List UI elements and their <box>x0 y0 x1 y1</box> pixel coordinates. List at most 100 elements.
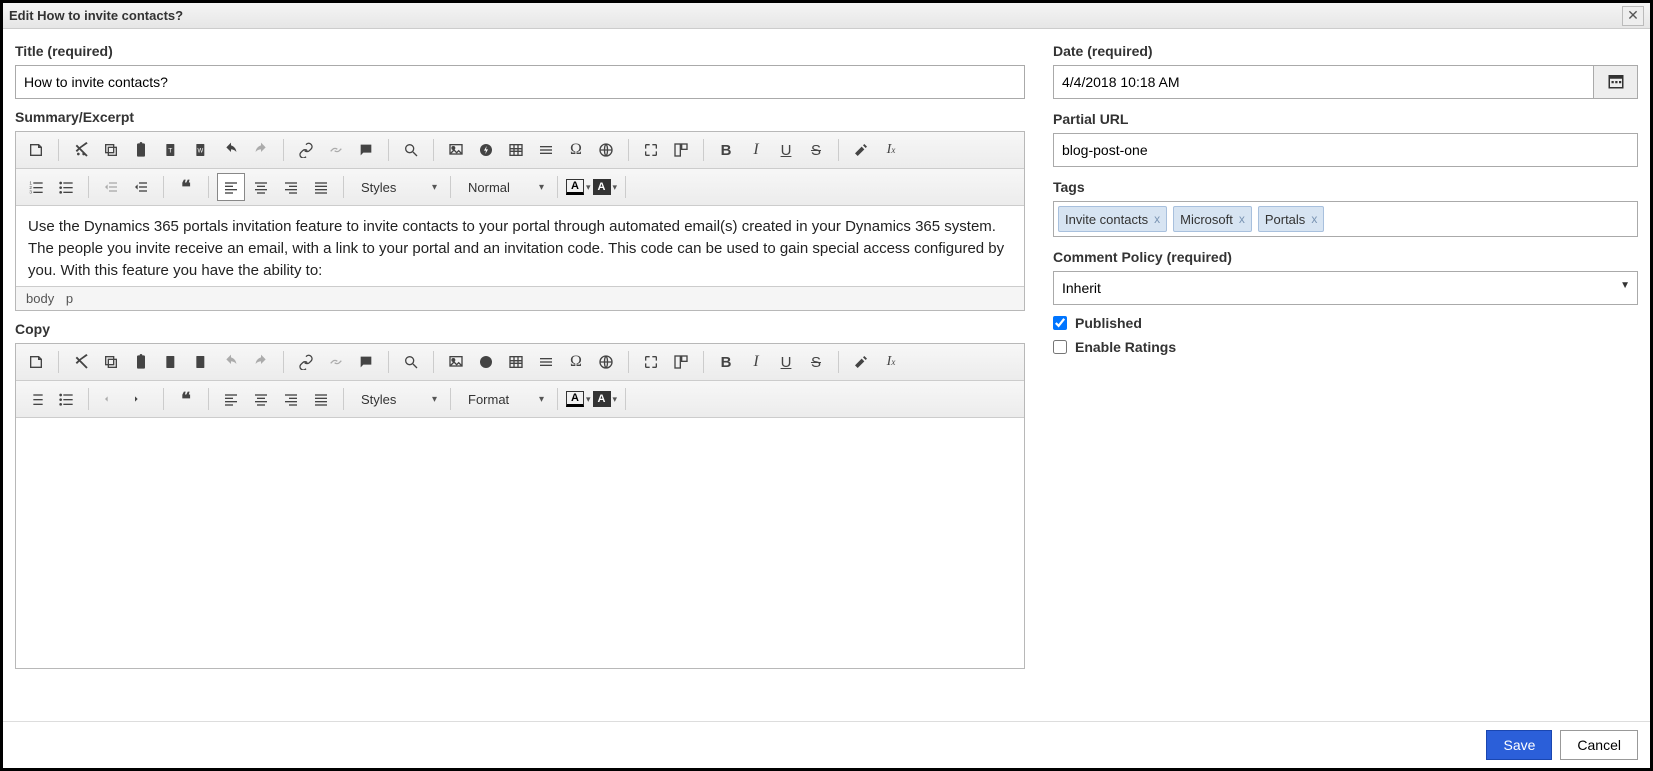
paste-icon[interactable] <box>127 136 155 164</box>
iframe-icon[interactable] <box>592 348 620 376</box>
maximize-icon[interactable] <box>637 348 665 376</box>
undo-icon[interactable] <box>217 348 245 376</box>
summary-textarea[interactable]: Use the Dynamics 365 portals invitation … <box>16 206 1024 286</box>
find-icon[interactable] <box>397 136 425 164</box>
copy-icon[interactable] <box>97 136 125 164</box>
unlink-icon[interactable] <box>322 136 350 164</box>
justify-icon[interactable] <box>307 173 335 201</box>
source-icon[interactable] <box>22 136 50 164</box>
alignleft-icon[interactable] <box>217 173 245 201</box>
bold-icon[interactable]: B <box>712 348 740 376</box>
table-icon[interactable] <box>502 348 530 376</box>
justify-icon[interactable] <box>307 385 335 413</box>
date-input[interactable] <box>1053 65 1594 99</box>
link-icon[interactable] <box>292 136 320 164</box>
paste-word-icon[interactable]: W <box>187 136 215 164</box>
image-icon[interactable] <box>442 136 470 164</box>
alignright-icon[interactable] <box>277 385 305 413</box>
bulletlist-icon[interactable] <box>52 385 80 413</box>
numberlist-icon[interactable] <box>22 385 50 413</box>
cut-icon[interactable] <box>67 136 95 164</box>
specialchar-icon[interactable]: Ω <box>562 348 590 376</box>
aligncenter-icon[interactable] <box>247 173 275 201</box>
hr-icon[interactable] <box>532 136 560 164</box>
calendar-button[interactable] <box>1594 65 1638 99</box>
anchor-icon[interactable] <box>352 348 380 376</box>
bgcolor-combo[interactable]: A▾ <box>593 391 618 407</box>
comment-policy-select[interactable]: Inherit <box>1053 271 1638 305</box>
published-label[interactable]: Published <box>1075 315 1142 331</box>
indent-icon[interactable] <box>127 385 155 413</box>
showblocks-icon[interactable] <box>667 348 695 376</box>
ratings-label[interactable]: Enable Ratings <box>1075 339 1176 355</box>
format-combo[interactable]: Format <box>459 385 549 413</box>
paste-text-icon[interactable]: T <box>157 136 185 164</box>
textcolor-combo[interactable]: A▾ <box>566 391 591 407</box>
redo-icon[interactable] <box>247 136 275 164</box>
hr-icon[interactable] <box>532 348 560 376</box>
tag-remove-icon[interactable]: x <box>1154 212 1160 226</box>
tag-remove-icon[interactable]: x <box>1239 212 1245 226</box>
path-p[interactable]: p <box>66 291 73 306</box>
italic-icon[interactable]: I <box>742 136 770 164</box>
bgcolor-combo[interactable]: A▾ <box>593 179 618 195</box>
cancel-button[interactable]: Cancel <box>1560 730 1638 760</box>
strike-icon[interactable]: S <box>802 348 830 376</box>
numberlist-icon[interactable]: 123 <box>22 173 50 201</box>
cut-icon[interactable] <box>67 348 95 376</box>
copy-icon[interactable] <box>97 348 125 376</box>
redo-icon[interactable] <box>247 348 275 376</box>
ratings-checkbox[interactable] <box>1053 340 1067 354</box>
aligncenter-icon[interactable] <box>247 385 275 413</box>
flash-icon[interactable] <box>472 348 500 376</box>
underline-icon[interactable]: U <box>772 348 800 376</box>
specialchar-icon[interactable]: Ω <box>562 136 590 164</box>
bulletlist-icon[interactable] <box>52 173 80 201</box>
blockquote-icon[interactable]: ❝ <box>172 173 200 201</box>
save-button[interactable]: Save <box>1486 730 1552 760</box>
underline-icon[interactable]: U <box>772 136 800 164</box>
blockquote-icon[interactable]: ❝ <box>172 385 200 413</box>
table-icon[interactable] <box>502 136 530 164</box>
anchor-icon[interactable] <box>352 136 380 164</box>
path-body[interactable]: body <box>26 291 54 306</box>
outdent-icon[interactable] <box>97 385 125 413</box>
title-input[interactable] <box>15 65 1025 99</box>
tags-input[interactable]: Invite contactsxMicrosoftxPortalsx <box>1053 201 1638 237</box>
removeformat-icon[interactable]: Ix <box>877 348 905 376</box>
published-checkbox[interactable] <box>1053 316 1067 330</box>
date-label: Date (required) <box>1053 43 1638 59</box>
paste-word-icon[interactable] <box>187 348 215 376</box>
link-icon[interactable] <box>292 348 320 376</box>
textcolor-combo[interactable]: A▾ <box>566 179 591 195</box>
outdent-icon[interactable] <box>97 173 125 201</box>
bold-icon[interactable]: B <box>712 136 740 164</box>
close-button[interactable]: ✕ <box>1622 6 1644 26</box>
alignright-icon[interactable] <box>277 173 305 201</box>
removeformat-icon[interactable]: Ix <box>877 136 905 164</box>
format-combo[interactable]: Normal <box>459 173 549 201</box>
unlink-icon[interactable] <box>322 348 350 376</box>
tag-remove-icon[interactable]: x <box>1311 212 1317 226</box>
indent-icon[interactable] <box>127 173 155 201</box>
flash-icon[interactable] <box>472 136 500 164</box>
paste-text-icon[interactable] <box>157 348 185 376</box>
partial-url-input[interactable] <box>1053 133 1638 167</box>
iframe-icon[interactable] <box>592 136 620 164</box>
source-icon[interactable] <box>22 348 50 376</box>
styles-combo[interactable]: Styles <box>352 173 442 201</box>
paste-icon[interactable] <box>127 348 155 376</box>
highlight-icon[interactable] <box>847 348 875 376</box>
find-icon[interactable] <box>397 348 425 376</box>
maximize-icon[interactable] <box>637 136 665 164</box>
italic-icon[interactable]: I <box>742 348 770 376</box>
styles-combo[interactable]: Styles <box>352 385 442 413</box>
showblocks-icon[interactable] <box>667 136 695 164</box>
image-icon[interactable] <box>442 348 470 376</box>
alignleft-icon[interactable] <box>217 385 245 413</box>
copy-textarea[interactable] <box>16 418 1024 668</box>
form-scroll[interactable]: Title (required) Summary/Excerpt T W <box>3 29 1650 721</box>
strike-icon[interactable]: S <box>802 136 830 164</box>
highlight-icon[interactable] <box>847 136 875 164</box>
undo-icon[interactable] <box>217 136 245 164</box>
